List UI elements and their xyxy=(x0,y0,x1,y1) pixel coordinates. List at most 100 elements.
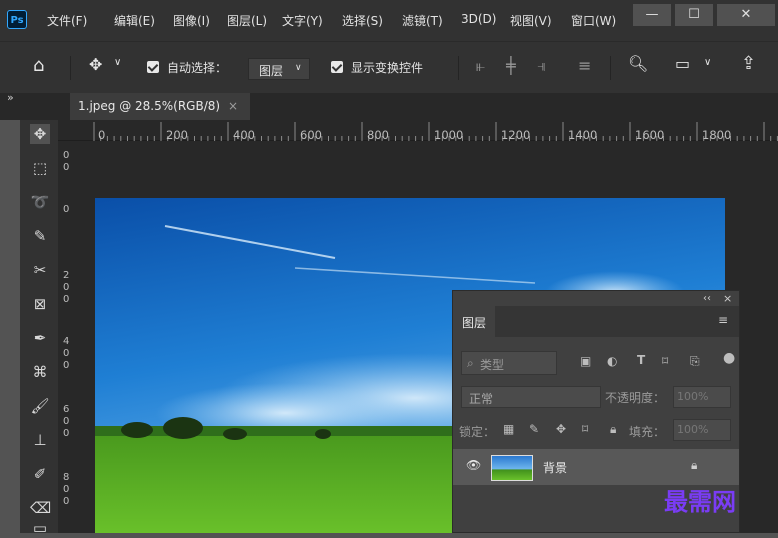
tab-layers-label: 图层 xyxy=(462,316,487,330)
layer-name: 背景 xyxy=(543,461,568,475)
panel-close-icon[interactable]: × xyxy=(723,292,732,305)
auto-select-label: 自动选择： xyxy=(167,61,228,75)
panel-menu-icon[interactable]: ≡ xyxy=(718,313,728,327)
ruler-label: 400 xyxy=(233,128,255,142)
lock-transparent-icon[interactable]: ▦ xyxy=(503,422,514,436)
ruler-label: 1000 xyxy=(434,128,464,142)
ruler-label: 0 xyxy=(63,162,70,173)
healing-brush-tool-icon[interactable]: ⌘ xyxy=(30,362,50,382)
maximize-button[interactable]: ☐ xyxy=(675,4,713,26)
ruler-label: 0 xyxy=(63,150,70,161)
filter-pixel-icon[interactable]: ▣ xyxy=(580,354,591,368)
eraser-tool-icon[interactable]: ⌫ xyxy=(30,498,51,518)
tab-close-icon[interactable]: × xyxy=(228,99,238,113)
minimize-button[interactable]: — xyxy=(633,4,671,26)
ruler-label: 600 xyxy=(300,128,322,142)
clone-stamp-tool-icon[interactable]: ⊥ xyxy=(30,430,50,450)
close-button[interactable]: ✕ xyxy=(717,4,775,26)
align-right-icon[interactable]: ⫣ xyxy=(537,56,547,76)
home-icon[interactable]: ⌂ xyxy=(33,55,44,76)
lock-all-icon[interactable]: 🔒︎ xyxy=(610,422,616,437)
filter-type-dropdown[interactable]: ⌕ 类型 xyxy=(461,351,557,375)
blend-mode-value: 正常 xyxy=(469,392,494,406)
search-icon[interactable]: 🔍︎ xyxy=(628,54,648,73)
align-center-icon[interactable]: ╪ xyxy=(506,56,516,75)
vertical-ruler: 0 0 0 2 0 0 4 0 0 6 0 0 8 0 0 xyxy=(58,141,74,533)
document-tab[interactable]: 1.jpeg @ 28.5%(RGB/8) × xyxy=(70,93,250,120)
layer-lock-icon: 🔒︎ xyxy=(691,458,698,472)
quick-select-tool-icon[interactable]: ✎ xyxy=(30,226,50,246)
ruler-label: 6 xyxy=(63,404,70,415)
panel-tab-bar: 图层 ≡ xyxy=(453,306,739,337)
lock-position-icon[interactable]: ✥ xyxy=(556,422,566,436)
share-icon[interactable]: ⇪ xyxy=(741,53,756,74)
crop-tool-icon[interactable]: ✂ xyxy=(30,260,50,280)
menu-image[interactable]: 图像(I) xyxy=(173,12,210,29)
tab-layers[interactable]: 图层 xyxy=(453,306,495,337)
ruler-label: 0 xyxy=(63,416,70,427)
filter-adjustment-icon[interactable]: ◐ xyxy=(607,354,617,368)
filter-toggle-icon[interactable]: ● xyxy=(723,350,735,366)
layer-row[interactable]: 👁︎ 背景 🔒︎ xyxy=(453,449,739,485)
ruler-label: 4 xyxy=(63,336,70,347)
menu-bar: Ps 文件(F) 编辑(E) 图像(I) 图层(L) 文字(Y) 选择(S) 滤… xyxy=(0,0,778,41)
panel-expand-icon[interactable]: » xyxy=(7,91,14,104)
show-transform-checkbox[interactable] xyxy=(331,61,343,73)
ruler-label: 0 xyxy=(63,294,70,305)
lasso-tool-icon[interactable]: ➰ xyxy=(30,192,50,212)
history-brush-tool-icon[interactable]: ✐ xyxy=(30,464,50,484)
align-left-icon[interactable]: ⫦ xyxy=(476,56,485,76)
chevron-down-icon[interactable]: ∨ xyxy=(704,57,711,68)
panel-collapse-icon[interactable]: ‹‹ xyxy=(703,293,711,304)
ruler-label: 1800 xyxy=(702,128,732,142)
menu-window[interactable]: 窗口(W) xyxy=(571,12,616,29)
workspace-icon[interactable]: ▭ xyxy=(675,54,690,73)
options-bar: ⌂ ✥ ∨ 自动选择： 图层 ∨ 显示变换控件 ⫦ ╪ ⫣ ≡ 🔍︎ ▭ ∨ ⇪ xyxy=(0,41,778,93)
menu-3d[interactable]: 3D(D) xyxy=(461,12,496,26)
menu-view[interactable]: 视图(V) xyxy=(510,12,552,29)
visibility-eye-icon[interactable]: 👁︎ xyxy=(466,458,481,472)
show-transform-label: 显示变换控件 xyxy=(351,61,424,75)
horizontal-ruler: 0 200 400 600 800 1000 1200 1400 1600 18… xyxy=(58,120,778,142)
ruler-label: 0 xyxy=(63,428,70,439)
auto-select-target-dropdown[interactable]: 图层 ∨ xyxy=(248,58,310,80)
lock-label: 锁定： xyxy=(459,425,496,439)
distribute-icon[interactable]: ≡ xyxy=(578,56,591,75)
lock-artboard-icon[interactable]: ⌑ xyxy=(582,422,588,436)
ruler-label: 800 xyxy=(367,128,389,142)
eyedropper-tool-icon[interactable]: ✒ xyxy=(30,328,50,348)
filter-type-value: 类型 xyxy=(480,358,505,372)
lock-pixels-icon[interactable]: ✎ xyxy=(529,422,539,436)
menu-select[interactable]: 选择(S) xyxy=(342,12,383,29)
ruler-label: 200 xyxy=(166,128,188,142)
menu-file[interactable]: 文件(F) xyxy=(47,12,87,29)
filter-shape-icon[interactable]: ⌑ xyxy=(662,354,668,368)
gradient-tool-icon[interactable]: ▭ xyxy=(30,518,50,538)
layer-thumbnail xyxy=(491,455,533,481)
ruler-label: 0 xyxy=(63,484,70,495)
menu-edit[interactable]: 编辑(E) xyxy=(114,12,155,29)
fill-label: 填充： xyxy=(629,425,666,439)
move-tool-preset-icon[interactable]: ✥ xyxy=(89,55,102,74)
menu-filter[interactable]: 滤镜(T) xyxy=(402,12,443,29)
chevron-down-icon: ∨ xyxy=(295,63,302,73)
marquee-tool-icon[interactable]: ⬚ xyxy=(30,158,50,178)
move-tool-icon[interactable]: ✥ xyxy=(30,124,50,144)
app-logo: Ps xyxy=(7,10,27,29)
ruler-label: 0 xyxy=(63,204,70,215)
brush-tool-icon[interactable]: 🖌︎ xyxy=(30,396,50,416)
opacity-field[interactable]: 100% xyxy=(673,386,731,408)
search-icon: ⌕ xyxy=(467,356,474,370)
fill-field[interactable]: 100% xyxy=(673,419,731,441)
opacity-label: 不透明度： xyxy=(605,391,666,405)
frame-tool-icon[interactable]: ⊠ xyxy=(30,294,50,314)
chevron-down-icon[interactable]: ∨ xyxy=(114,57,121,68)
blend-mode-dropdown[interactable]: 正常 xyxy=(461,386,601,408)
menu-type[interactable]: 文字(Y) xyxy=(282,12,323,29)
watermark: 最需网 xyxy=(664,487,736,516)
filter-smart-object-icon[interactable]: ⎘ xyxy=(690,354,700,369)
filter-type-icon[interactable]: T xyxy=(637,353,645,367)
menu-layer[interactable]: 图层(L) xyxy=(227,12,267,29)
auto-select-checkbox[interactable] xyxy=(147,61,159,73)
auto-select-target-value: 图层 xyxy=(259,64,284,78)
